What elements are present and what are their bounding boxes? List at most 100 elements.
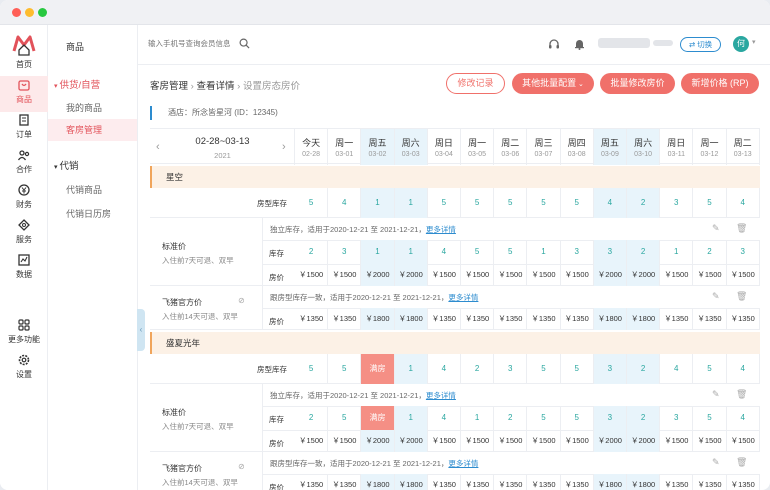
stock-cell[interactable]: 满房 xyxy=(361,406,395,430)
stock-cell[interactable]: 4 xyxy=(727,188,760,218)
stock-cell[interactable]: 4 xyxy=(428,240,461,264)
price-cell[interactable]: ￥1500 xyxy=(727,430,760,452)
stock-cell[interactable]: 5 xyxy=(461,240,495,264)
more-details-link[interactable]: 更多详情 xyxy=(426,225,456,234)
price-cell[interactable]: ￥1500 xyxy=(494,430,528,452)
nav-item-data[interactable]: 数据 xyxy=(0,251,48,287)
stock-cell[interactable]: 3 xyxy=(660,188,694,218)
stock-cell[interactable]: 1 xyxy=(361,240,395,264)
stock-cell[interactable]: 2 xyxy=(295,406,329,430)
submenu-item-room-management[interactable]: 客房管理 xyxy=(48,119,137,141)
stock-cell[interactable]: 1 xyxy=(660,240,694,264)
stock-cell[interactable]: 5 xyxy=(527,188,561,218)
stock-cell[interactable]: 5 xyxy=(693,354,727,384)
price-cell[interactable]: ￥1350 xyxy=(328,474,362,490)
edit-icon[interactable]: ✎ xyxy=(712,223,720,234)
stock-cell[interactable]: 3 xyxy=(494,354,528,384)
stock-cell[interactable]: 2 xyxy=(494,406,528,430)
stock-cell[interactable]: 1 xyxy=(527,240,561,264)
change-log-button[interactable]: 修改记录 xyxy=(446,73,505,94)
stock-cell[interactable]: 5 xyxy=(461,188,495,218)
stock-cell[interactable]: 5 xyxy=(328,406,362,430)
nav-item-goods[interactable]: 商品 xyxy=(0,76,48,112)
nav-item-order[interactable]: 订单 xyxy=(0,111,48,147)
price-cell[interactable]: ￥2000 xyxy=(627,264,661,286)
submenu-group-consign[interactable]: ▾ 代销 xyxy=(54,158,78,172)
price-cell[interactable]: ￥1800 xyxy=(593,474,627,490)
next-range-icon[interactable]: › xyxy=(282,141,286,153)
submenu-group-supply[interactable]: ▾ 供货/自营 xyxy=(54,77,100,91)
price-cell[interactable]: ￥1350 xyxy=(561,308,594,330)
stock-cell[interactable]: 2 xyxy=(627,406,661,430)
stock-cell[interactable]: 3 xyxy=(593,354,627,384)
stock-cell[interactable]: 5 xyxy=(561,354,594,384)
stock-cell[interactable]: 3 xyxy=(727,240,760,264)
more-details-link[interactable]: 更多详情 xyxy=(448,293,478,302)
add-price-rp-button[interactable]: 新增价格 (RP) xyxy=(681,73,759,94)
stock-cell[interactable]: 5 xyxy=(693,188,727,218)
stock-cell[interactable]: 5 xyxy=(428,188,461,218)
price-cell[interactable]: ￥1350 xyxy=(494,474,528,490)
stock-cell[interactable]: 3 xyxy=(593,240,627,264)
stock-cell[interactable]: 5 xyxy=(561,188,594,218)
price-cell[interactable]: ￥1500 xyxy=(295,264,329,286)
stock-cell[interactable]: 1 xyxy=(394,188,428,218)
price-cell[interactable]: ￥1350 xyxy=(461,474,495,490)
minimize-window-button[interactable] xyxy=(25,8,34,17)
price-cell[interactable]: ￥2000 xyxy=(361,264,395,286)
price-cell[interactable]: ￥1350 xyxy=(660,474,694,490)
price-cell[interactable]: ￥2000 xyxy=(593,430,627,452)
stock-cell[interactable]: 2 xyxy=(693,240,727,264)
price-cell[interactable]: ￥1350 xyxy=(295,308,329,330)
stock-cell[interactable]: 5 xyxy=(494,240,528,264)
headset-icon[interactable] xyxy=(548,38,560,50)
stock-cell[interactable]: 4 xyxy=(428,354,461,384)
price-cell[interactable]: ￥1800 xyxy=(361,474,395,490)
price-cell[interactable]: ￥1500 xyxy=(461,264,495,286)
stock-cell[interactable]: 1 xyxy=(394,240,428,264)
nav-item-service[interactable]: 服务 xyxy=(0,216,48,252)
nav-item-home[interactable]: 首页 xyxy=(0,41,48,77)
stock-cell[interactable]: 2 xyxy=(295,240,329,264)
price-cell[interactable]: ￥2000 xyxy=(361,430,395,452)
price-cell[interactable]: ￥1500 xyxy=(693,264,727,286)
collapse-submenu-handle[interactable]: ‹ xyxy=(137,309,145,351)
switch-button[interactable]: ⇄ 切换 xyxy=(680,37,721,52)
stock-cell[interactable]: 2 xyxy=(627,188,661,218)
price-cell[interactable]: ￥1350 xyxy=(461,308,495,330)
submenu-item-my-goods[interactable]: 我的商品 xyxy=(66,101,102,114)
price-cell[interactable]: ￥1500 xyxy=(527,430,561,452)
stock-cell[interactable]: 5 xyxy=(295,354,329,384)
maximize-window-button[interactable] xyxy=(38,8,47,17)
nav-item-settings[interactable]: 设置 xyxy=(0,351,48,387)
stock-cell[interactable]: 5 xyxy=(693,406,727,430)
price-cell[interactable]: ￥1500 xyxy=(328,430,362,452)
other-batch-config-button[interactable]: 其他批量配置 ⌄ xyxy=(512,73,594,94)
price-cell[interactable]: ￥1500 xyxy=(328,264,362,286)
price-cell[interactable]: ￥2000 xyxy=(627,430,661,452)
hide-eye-icon[interactable]: ⊘ xyxy=(238,296,245,305)
stock-cell[interactable]: 1 xyxy=(394,406,428,430)
price-cell[interactable]: ￥1500 xyxy=(461,430,495,452)
trash-icon[interactable]: 🗑 xyxy=(736,223,747,234)
stock-cell[interactable]: 2 xyxy=(461,354,495,384)
stock-cell[interactable]: 5 xyxy=(494,188,528,218)
stock-cell[interactable]: 3 xyxy=(593,406,627,430)
price-cell[interactable]: ￥1350 xyxy=(727,308,760,330)
stock-cell[interactable]: 1 xyxy=(461,406,495,430)
edit-icon[interactable]: ✎ xyxy=(712,389,720,400)
breadcrumb-room-management[interactable]: 客房管理 xyxy=(150,81,188,92)
price-cell[interactable]: ￥1350 xyxy=(527,308,561,330)
price-cell[interactable]: ￥1500 xyxy=(561,264,594,286)
trash-icon[interactable]: 🗑 xyxy=(736,457,747,468)
nav-item-cooperation[interactable]: 合作 xyxy=(0,146,48,182)
price-cell[interactable]: ￥1350 xyxy=(494,308,528,330)
stock-cell[interactable]: 3 xyxy=(561,240,594,264)
price-cell[interactable]: ￥1350 xyxy=(328,308,362,330)
price-cell[interactable]: ￥1500 xyxy=(295,430,329,452)
price-cell[interactable]: ￥1500 xyxy=(428,430,461,452)
price-cell[interactable]: ￥1500 xyxy=(428,264,461,286)
price-cell[interactable]: ￥1350 xyxy=(727,474,760,490)
submenu-item-consign-calendar[interactable]: 代销日历房 xyxy=(66,207,111,220)
price-cell[interactable]: ￥1350 xyxy=(428,474,461,490)
